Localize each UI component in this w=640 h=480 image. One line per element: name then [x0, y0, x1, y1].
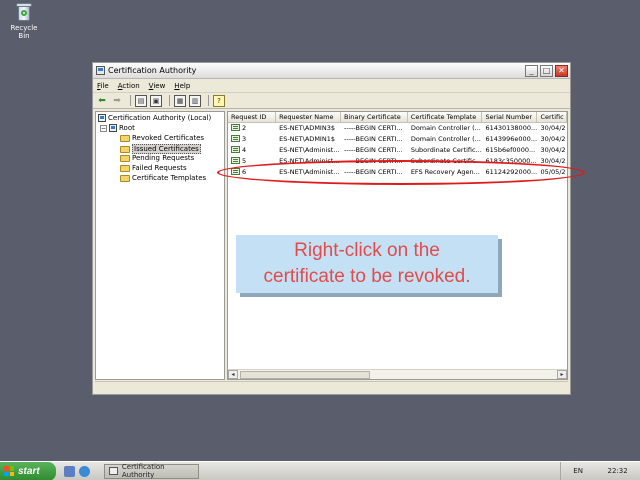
start-label: start: [18, 465, 40, 477]
toolbar-divider: [169, 95, 170, 106]
column-certificate-template[interactable]: Certificate Template: [408, 112, 483, 122]
certificate-authority-icon: [109, 467, 118, 475]
tree-item-issued-certificates[interactable]: Issued Certificates: [120, 144, 201, 154]
scroll-track[interactable]: [238, 370, 557, 379]
tree-root[interactable]: Certification Authority (Local): [98, 114, 211, 122]
tree-item-failed-requests[interactable]: Failed Requests: [120, 164, 187, 172]
certificate-icon: [231, 124, 240, 131]
close-button[interactable]: ✕: [555, 64, 568, 77]
horizontal-scrollbar[interactable]: ◂ ▸: [228, 369, 567, 379]
back-arrow-icon[interactable]: ⬅: [96, 95, 108, 107]
folder-icon: [120, 145, 130, 153]
collapse-icon[interactable]: −: [100, 124, 107, 132]
language-indicator[interactable]: EN: [573, 467, 583, 475]
internet-explorer-icon[interactable]: [79, 465, 90, 477]
certificate-icon: [231, 146, 240, 153]
properties-icon[interactable]: ▦: [174, 94, 186, 107]
show-hide-tree-icon[interactable]: ▣: [150, 94, 162, 107]
column-binary-certificate[interactable]: Binary Certificate: [341, 112, 408, 122]
help-icon[interactable]: ?: [213, 94, 225, 107]
tree-ca-root[interactable]: − Root: [100, 124, 135, 132]
menu-bar: File Action View Help: [93, 79, 570, 93]
column-certificate-effective[interactable]: Certific: [537, 112, 567, 122]
status-bar: [95, 381, 568, 392]
export-list-icon[interactable]: ▥: [189, 94, 201, 107]
column-requester-name[interactable]: Requester Name: [276, 112, 341, 122]
toolbar-divider: [208, 95, 209, 106]
quick-launch: [64, 465, 94, 477]
certificate-authority-icon: [98, 114, 106, 122]
table-row[interactable]: 4 ES-NET\Administ... -----BEGIN CERTI...…: [228, 145, 567, 156]
scroll-right-icon[interactable]: ▸: [557, 370, 567, 379]
toolbar: ⬅ ➡ ▤ ▣ ▦ ▥ ?: [93, 93, 570, 109]
folder-icon: [120, 174, 130, 182]
minimize-button[interactable]: _: [525, 64, 538, 77]
scroll-left-icon[interactable]: ◂: [228, 370, 238, 379]
up-folder-icon[interactable]: ▤: [135, 94, 147, 107]
windows-logo-icon: [4, 466, 14, 476]
callout-line-2: certificate to be revoked.: [263, 266, 471, 287]
maximize-button[interactable]: □: [540, 64, 553, 77]
forward-arrow-icon[interactable]: ➡: [111, 95, 123, 107]
certification-authority-window: Certification Authority _ □ ✕ File Actio…: [92, 62, 571, 395]
menu-help[interactable]: Help: [174, 82, 190, 90]
toolbar-divider: [130, 95, 131, 106]
recycle-bin-icon[interactable]: Recycle Bin: [4, 2, 44, 40]
certificate-authority-icon: [96, 66, 105, 75]
trash-icon: [15, 2, 33, 22]
callout-line-1: Right-click on the: [294, 240, 440, 261]
folder-icon: [120, 134, 130, 142]
certificate-authority-icon: [109, 124, 117, 132]
menu-view[interactable]: View: [149, 82, 166, 90]
tree-item-pending-requests[interactable]: Pending Requests: [120, 154, 194, 162]
console-tree: Certification Authority (Local) − Root R…: [95, 111, 225, 380]
start-button[interactable]: start: [0, 461, 56, 480]
folder-icon: [120, 164, 130, 172]
clock: 22:32: [607, 467, 628, 475]
list-header: Request ID Requester Name Binary Certifi…: [228, 112, 567, 123]
highlight-oval: [217, 160, 585, 185]
show-desktop-icon[interactable]: [64, 465, 75, 477]
tree-item-certificate-templates[interactable]: Certificate Templates: [120, 174, 206, 182]
taskbar: start Certification Authority EN 22:32: [0, 461, 640, 480]
recycle-bin-label: Recycle Bin: [10, 24, 38, 40]
certificate-icon: [231, 135, 240, 142]
table-row[interactable]: 3 ES-NET\ADMIN1$ -----BEGIN CERTI... Dom…: [228, 134, 567, 145]
taskbar-item-certification-authority[interactable]: Certification Authority: [104, 463, 199, 479]
column-request-id[interactable]: Request ID: [228, 112, 277, 122]
table-row[interactable]: 2 ES-NET\ADMIN3$ -----BEGIN CERTI... Dom…: [228, 123, 567, 134]
menu-action[interactable]: Action: [118, 82, 140, 90]
folder-icon: [120, 154, 130, 162]
window-title: Certification Authority: [108, 66, 197, 75]
certificate-icon: [231, 157, 240, 164]
column-serial-number[interactable]: Serial Number: [482, 112, 538, 122]
system-tray: EN 22:32: [560, 461, 640, 480]
menu-file[interactable]: File: [97, 82, 109, 90]
tree-item-revoked-certificates[interactable]: Revoked Certificates: [120, 134, 204, 142]
scroll-thumb[interactable]: [240, 370, 370, 379]
title-bar[interactable]: Certification Authority _ □ ✕: [93, 63, 570, 79]
instruction-callout: Right-click on the certificate to be rev…: [236, 235, 498, 293]
